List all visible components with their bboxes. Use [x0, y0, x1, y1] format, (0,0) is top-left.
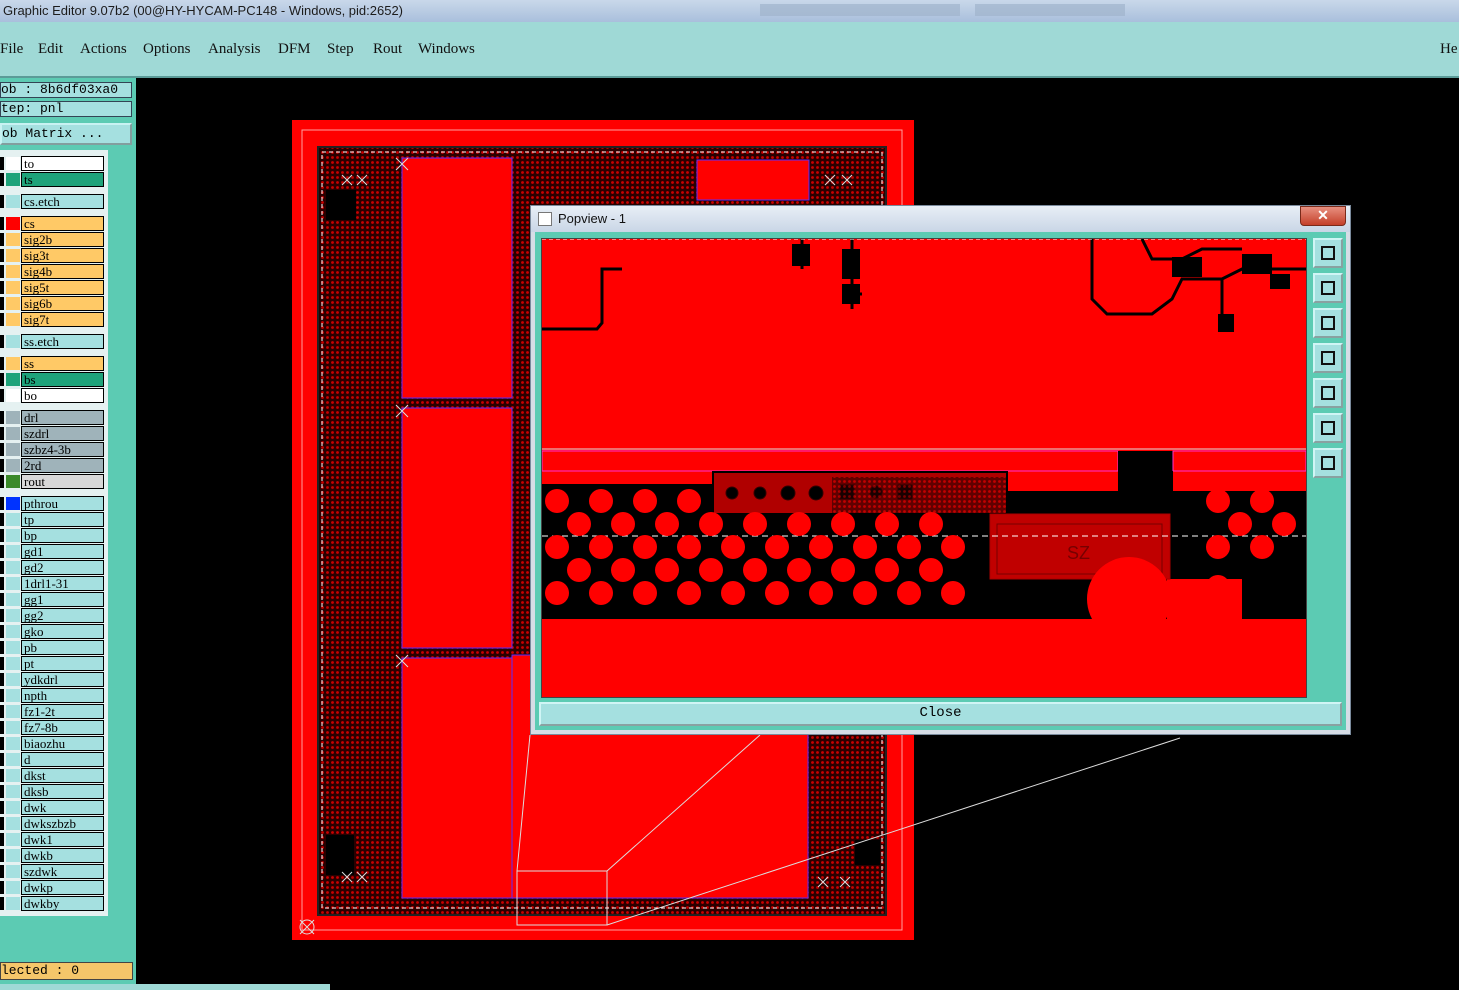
pad-hole — [875, 512, 899, 536]
pad-hole — [611, 512, 635, 536]
pan-up-icon[interactable] — [1313, 273, 1343, 303]
pan-left-icon[interactable] — [1313, 343, 1343, 373]
pad-hole — [941, 581, 965, 605]
pad-hole — [787, 512, 811, 536]
pan-right-icon-glyph — [1321, 386, 1335, 400]
pad-hole — [853, 581, 877, 605]
pad-hole — [1206, 489, 1230, 513]
silk-text: SZ — [1067, 543, 1090, 563]
pad-hole — [897, 581, 921, 605]
pad-hole — [589, 581, 613, 605]
pad-hole — [611, 558, 635, 582]
pad-hole — [897, 535, 921, 559]
pan-down-icon[interactable] — [1313, 308, 1343, 338]
popview-close-button[interactable]: Close — [539, 702, 1342, 726]
pad-hole — [765, 535, 789, 559]
popview-canvas[interactable]: SZ — [541, 238, 1307, 698]
pad-hole — [1206, 575, 1230, 599]
popview-body: SZ Close — [535, 232, 1346, 730]
pad-hole — [677, 581, 701, 605]
pad-hole — [1206, 535, 1230, 559]
pad-hole — [633, 581, 657, 605]
pad-hole — [633, 535, 657, 559]
pad-hole — [677, 489, 701, 513]
pad-hole — [655, 558, 679, 582]
pad-hole — [655, 512, 679, 536]
pan-left-icon-glyph — [1321, 351, 1335, 365]
pad-hole — [677, 535, 701, 559]
pad-hole — [875, 558, 899, 582]
pad-hole — [1250, 489, 1274, 513]
pad-hole — [545, 535, 569, 559]
pad-hole — [589, 535, 613, 559]
popview-toolbar — [1312, 238, 1346, 696]
pad-hole — [809, 581, 833, 605]
pad-hole — [765, 581, 789, 605]
zoom-out-icon[interactable] — [1313, 413, 1343, 443]
app-icon — [538, 212, 552, 226]
pad-hole — [545, 581, 569, 605]
pad-hole — [567, 512, 591, 536]
pad-hole — [699, 512, 723, 536]
pan-down-icon-glyph — [1321, 316, 1335, 330]
popview-window: Popview - 1 ✕ SZ Close — [530, 205, 1351, 735]
pad-hole — [721, 535, 745, 559]
pad-hole — [1250, 535, 1274, 559]
pad-hole — [787, 558, 811, 582]
zoom-in-icon-glyph — [1321, 456, 1335, 470]
pad-hole — [919, 512, 943, 536]
pad-hole — [633, 489, 657, 513]
pad-hole — [831, 512, 855, 536]
pad-hole — [919, 558, 943, 582]
pad-hole — [1272, 512, 1296, 536]
pad-hole — [743, 558, 767, 582]
zoom-in-icon[interactable] — [1313, 448, 1343, 478]
zoomed-board-view: SZ — [542, 239, 1306, 697]
pad-hole — [589, 489, 613, 513]
pad-hole — [809, 535, 833, 559]
zoom-fit-icon-glyph — [1321, 246, 1335, 260]
pad-hole — [1228, 512, 1252, 536]
pad-hole — [853, 535, 877, 559]
pad-hole — [567, 558, 591, 582]
popview-title: Popview - 1 — [558, 211, 626, 226]
pad-hole — [721, 581, 745, 605]
pan-right-icon[interactable] — [1313, 378, 1343, 408]
pad-hole — [941, 535, 965, 559]
pad-hole — [831, 558, 855, 582]
zoom-fit-icon[interactable] — [1313, 238, 1343, 268]
close-icon[interactable]: ✕ — [1300, 206, 1346, 226]
pad-hole — [699, 558, 723, 582]
pan-up-icon-glyph — [1321, 281, 1335, 295]
pad-hole — [743, 512, 767, 536]
popview-titlebar[interactable]: Popview - 1 ✕ — [531, 206, 1350, 232]
zoom-out-icon-glyph — [1321, 421, 1335, 435]
pad-hole — [545, 489, 569, 513]
